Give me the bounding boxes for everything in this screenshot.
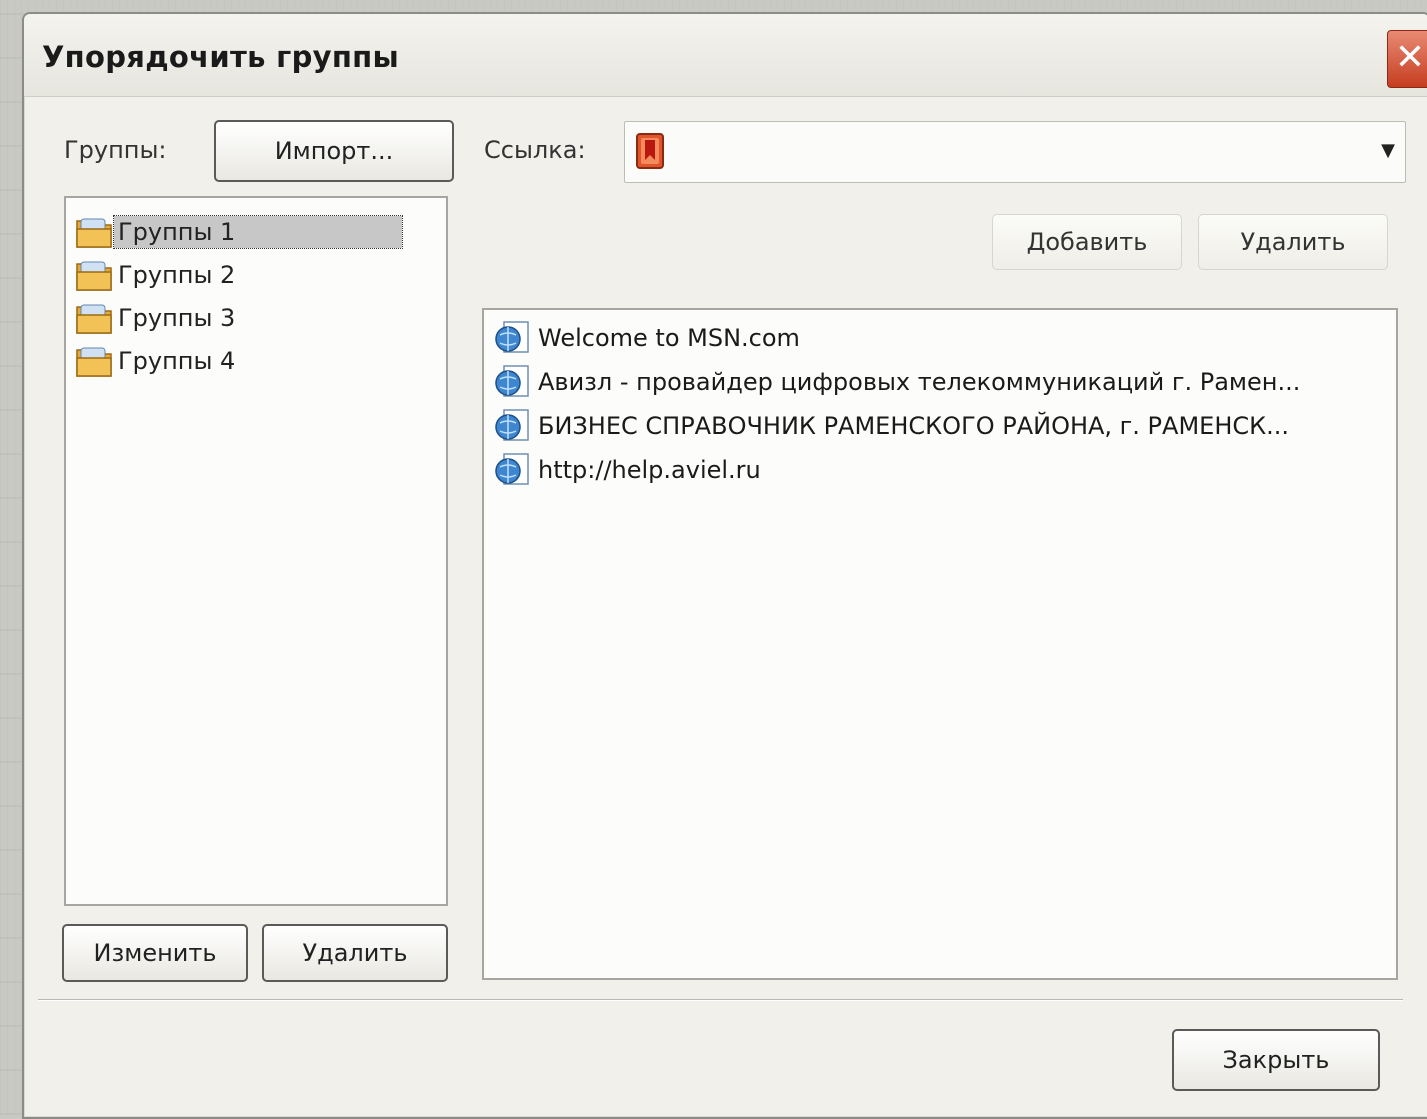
bookmark-icon bbox=[636, 133, 664, 169]
group-item-label: Группы 3 bbox=[118, 304, 236, 332]
link-item[interactable]: Авизл - провайдер цифровых телекоммуника… bbox=[494, 362, 1300, 402]
link-item-label: Welcome to MSN.com bbox=[538, 324, 800, 352]
organize-groups-dialog: Упорядочить группы ✕ Группы: Импорт... С… bbox=[22, 12, 1427, 1119]
folder-icon bbox=[76, 218, 112, 248]
footer-separator bbox=[38, 999, 1403, 1001]
group-item-label: Группы 4 bbox=[118, 347, 236, 375]
link-item-label: http://help.aviel.ru bbox=[538, 456, 761, 484]
groups-label: Группы: bbox=[64, 136, 167, 164]
group-item[interactable]: Группы 2 bbox=[74, 255, 241, 295]
group-item[interactable]: Группы 4 bbox=[74, 341, 241, 381]
link-item-label: Авизл - провайдер цифровых телекоммуника… bbox=[538, 368, 1301, 396]
import-button[interactable]: Импорт... bbox=[214, 120, 454, 182]
close-icon: ✕ bbox=[1394, 37, 1426, 78]
delete-group-button[interactable]: Удалить bbox=[262, 924, 448, 982]
dialog-title: Упорядочить группы bbox=[42, 40, 400, 74]
link-combobox[interactable]: ▼ bbox=[624, 121, 1406, 183]
group-item-label: Группы 2 bbox=[118, 261, 236, 289]
delete-link-button[interactable]: Удалить bbox=[1198, 214, 1388, 270]
link-item[interactable]: Welcome to MSN.com bbox=[494, 318, 800, 358]
link-item[interactable]: БИЗНЕС СПРАВОЧНИК РАМЕНСКОГО РАЙОНА, г. … bbox=[494, 406, 1289, 446]
title-bar[interactable]: Упорядочить группы ✕ bbox=[24, 14, 1427, 97]
link-item[interactable]: http://help.aviel.ru bbox=[494, 450, 761, 490]
web-page-icon bbox=[495, 365, 529, 397]
link-item-label: БИЗНЕС СПРАВОЧНИК РАМЕНСКОГО РАЙОНА, г. … bbox=[538, 412, 1290, 440]
group-item[interactable]: Группы 3 bbox=[74, 298, 241, 338]
add-link-button[interactable]: Добавить bbox=[992, 214, 1182, 270]
edit-group-button[interactable]: Изменить bbox=[62, 924, 248, 982]
folder-icon bbox=[76, 347, 112, 377]
web-page-icon bbox=[495, 321, 529, 353]
chevron-down-icon[interactable]: ▼ bbox=[1381, 140, 1395, 161]
group-item[interactable]: Группы 1 bbox=[74, 212, 403, 252]
folder-icon bbox=[76, 261, 112, 291]
close-window-button[interactable]: ✕ bbox=[1387, 30, 1427, 88]
link-label: Ссылка: bbox=[484, 136, 586, 164]
web-page-icon bbox=[495, 409, 529, 441]
web-page-icon bbox=[495, 453, 529, 485]
links-list[interactable]: Welcome to MSN.com Авизл - провайдер циф… bbox=[482, 308, 1398, 980]
groups-list[interactable]: Группы 1 Группы 2 Группы 3 Группы 4 bbox=[64, 196, 448, 906]
close-dialog-button[interactable]: Закрыть bbox=[1172, 1029, 1380, 1091]
folder-icon bbox=[76, 304, 112, 334]
group-item-label: Группы 1 bbox=[113, 215, 403, 249]
